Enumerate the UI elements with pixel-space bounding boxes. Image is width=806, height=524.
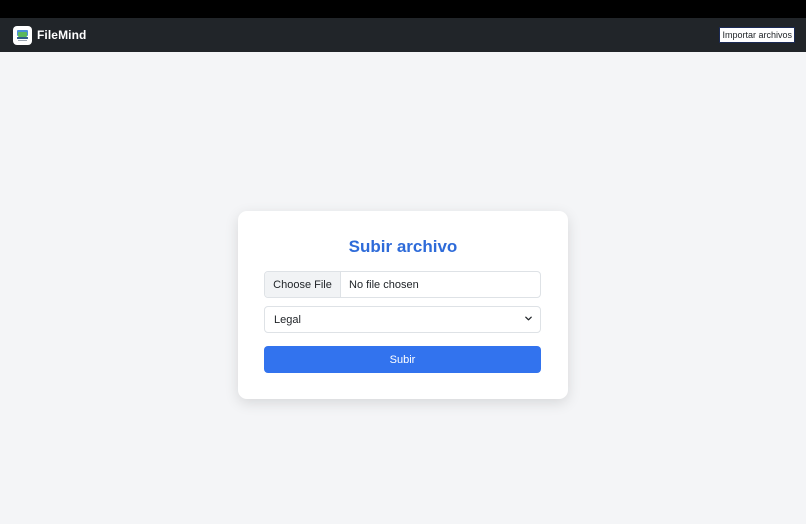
card-title: Subir archivo [348, 237, 458, 256]
file-input[interactable]: Choose File No file chosen [264, 271, 541, 298]
submit-button[interactable]: Subir [264, 346, 541, 373]
filemind-logo-icon [13, 25, 32, 45]
file-status: No file chosen [349, 278, 419, 291]
chevron-down-icon [524, 314, 533, 326]
category-select-value: Legal [274, 313, 301, 326]
choose-file-button[interactable]: Choose File [265, 272, 341, 297]
import-files-button[interactable]: Importar archivos [719, 27, 795, 43]
brand-name: FileMind [37, 28, 87, 42]
category-select[interactable]: Legal [264, 306, 541, 333]
upload-card: Subir archivo Choose File No file chosen… [238, 211, 568, 399]
navbar: FileMind Importar archivos [0, 18, 806, 52]
window-top-bar [0, 0, 806, 18]
brand[interactable]: FileMind [13, 25, 87, 45]
